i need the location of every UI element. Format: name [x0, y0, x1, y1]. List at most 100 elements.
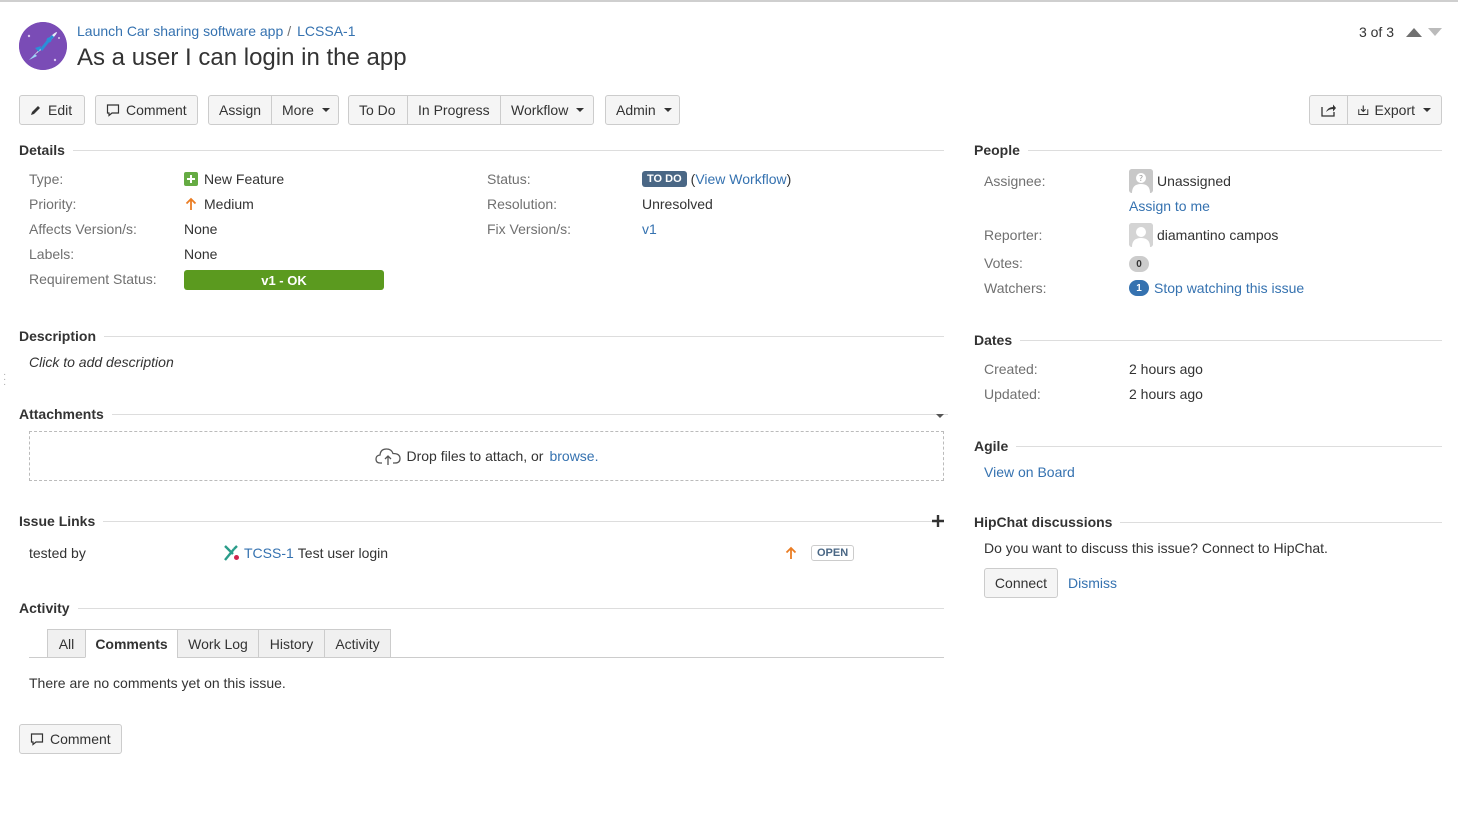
dismiss-link[interactable]: Dismiss — [1068, 575, 1117, 591]
updated-value: 2 hours ago — [1129, 386, 1203, 402]
affects-version-value[interactable]: None — [184, 221, 217, 237]
add-link-icon[interactable] — [932, 515, 944, 527]
divider — [1016, 445, 1442, 447]
dropzone-text: Drop files to attach, or — [406, 448, 544, 464]
resolution-value: Unresolved — [642, 196, 713, 212]
hipchat-heading: HipChat discussions — [974, 514, 1113, 530]
export-button[interactable]: Export — [1347, 95, 1442, 125]
workflow-group: To Do In Progress Workflow — [348, 95, 594, 125]
issue-links-module-header[interactable]: Issue Links — [19, 511, 944, 531]
activity-module-header[interactable]: Activity — [19, 598, 944, 618]
project-avatar[interactable] — [19, 22, 67, 70]
assign-button[interactable]: Assign — [208, 95, 272, 125]
status-lozenge: TO DO — [642, 171, 687, 187]
in-progress-transition-button[interactable]: In Progress — [407, 95, 501, 125]
assign-more-group: Assign More — [208, 95, 339, 125]
link-relation: tested by — [29, 545, 86, 561]
priority-label: Priority: — [29, 196, 77, 212]
votes-value[interactable]: 0 — [1129, 256, 1149, 272]
created-value: 2 hours ago — [1129, 361, 1203, 377]
type-label: Type: — [29, 171, 64, 187]
priority-value-text: Medium — [204, 196, 254, 212]
tab-history[interactable]: History — [258, 629, 325, 658]
hipchat-prompt: Do you want to discuss this issue? Conne… — [984, 540, 1328, 556]
user-avatar-icon — [1129, 223, 1153, 247]
comment-button[interactable]: Comment — [95, 95, 198, 125]
tab-comments[interactable]: Comments — [85, 629, 178, 658]
priority-medium-icon — [785, 546, 797, 559]
description-module-header[interactable]: Description — [19, 326, 944, 346]
breadcrumb-project-link[interactable]: Launch Car sharing software app — [77, 23, 283, 39]
todo-transition-button[interactable]: To Do — [348, 95, 408, 125]
details-module-header[interactable]: Details — [19, 140, 944, 160]
more-button[interactable]: More — [271, 95, 339, 125]
linked-issue-key[interactable]: TCSS-1 — [244, 545, 294, 561]
admin-button-label: Admin — [616, 102, 656, 118]
workflow-button-label: Workflow — [511, 102, 569, 118]
workflow-button[interactable]: Workflow — [500, 95, 594, 125]
share-icon — [1320, 104, 1336, 117]
divider — [1020, 339, 1442, 341]
edit-button[interactable]: Edit — [19, 95, 85, 125]
resolution-label: Resolution: — [487, 196, 558, 212]
pencil-icon — [31, 106, 40, 115]
attachments-module-header[interactable]: Attachments — [19, 404, 948, 424]
drag-handle[interactable]: · · · — [3, 370, 6, 390]
priority-value: Medium — [184, 196, 254, 212]
assignee-value[interactable]: ? Unassigned — [1129, 169, 1231, 193]
assign-button-label: Assign — [219, 102, 262, 118]
type-value-text: New Feature — [204, 171, 285, 187]
watchers-count-badge[interactable]: 1 — [1129, 280, 1149, 296]
linked-issue-status: OPEN — [811, 545, 855, 561]
comment-icon — [106, 104, 120, 117]
view-on-board-link[interactable]: View on Board — [984, 464, 1075, 480]
comment-toolbar-group: Comment — [95, 95, 198, 125]
breadcrumb-issue-key-link[interactable]: LCSSA-1 — [297, 23, 355, 39]
agile-module-header[interactable]: Agile — [974, 436, 1442, 456]
admin-button[interactable]: Admin — [605, 95, 680, 125]
assignee-name: Unassigned — [1157, 173, 1231, 189]
divider — [1027, 149, 1442, 151]
tab-all[interactable]: All — [47, 629, 86, 658]
stop-watching-link[interactable]: Stop watching this issue — [1154, 280, 1304, 296]
more-button-label: More — [282, 102, 314, 118]
add-comment-button[interactable]: Comment — [19, 724, 122, 754]
connect-button[interactable]: Connect — [984, 568, 1058, 598]
cloud-upload-icon — [374, 448, 401, 465]
next-issue-icon[interactable] — [1428, 28, 1442, 36]
test-issue-icon — [224, 545, 239, 561]
chevron-down-icon — [576, 108, 585, 112]
issue-summary[interactable]: As a user I can login in the app — [77, 44, 407, 72]
reporter-value[interactable]: diamantino campos — [1129, 223, 1278, 247]
edit-button-label: Edit — [48, 102, 73, 118]
assign-to-me-link[interactable]: Assign to me — [1129, 198, 1210, 214]
status-label: Status: — [487, 171, 531, 187]
chevron-down-icon — [1423, 108, 1431, 112]
people-module-header[interactable]: People — [974, 140, 1442, 160]
browse-link[interactable]: browse. — [549, 448, 598, 464]
divider — [103, 520, 938, 522]
type-value: New Feature — [184, 171, 284, 187]
tab-activity[interactable]: Activity — [324, 629, 391, 658]
linked-issue-summary: Test user login — [297, 545, 389, 561]
labels-value[interactable]: None — [184, 246, 217, 262]
created-label: Created: — [984, 361, 1038, 377]
affects-version-label: Affects Version/s: — [29, 221, 137, 237]
fix-version-link[interactable]: v1 — [642, 221, 657, 237]
previous-issue-icon[interactable] — [1406, 27, 1422, 37]
view-workflow-link[interactable]: View Workflow — [695, 171, 786, 187]
requirement-status-bar[interactable]: v1 - OK — [184, 270, 384, 290]
watchers-value: 1 Stop watching this issue — [1129, 280, 1304, 296]
comment-icon — [30, 733, 44, 746]
description-placeholder[interactable]: Click to add description — [29, 354, 174, 370]
attachment-dropzone[interactable]: Drop files to attach, or browse. — [29, 431, 944, 481]
dates-module-header[interactable]: Dates — [974, 330, 1442, 350]
share-button[interactable] — [1309, 95, 1348, 125]
divider — [72, 149, 944, 151]
tab-work-log[interactable]: Work Log — [177, 629, 259, 658]
attachments-options-icon[interactable] — [936, 414, 944, 418]
activity-tabs: All Comments Work Log History Activity — [29, 629, 944, 658]
connect-button-label: Connect — [994, 575, 1048, 591]
add-comment-label: Comment — [50, 731, 111, 747]
hipchat-module-header[interactable]: HipChat discussions — [974, 512, 1442, 532]
